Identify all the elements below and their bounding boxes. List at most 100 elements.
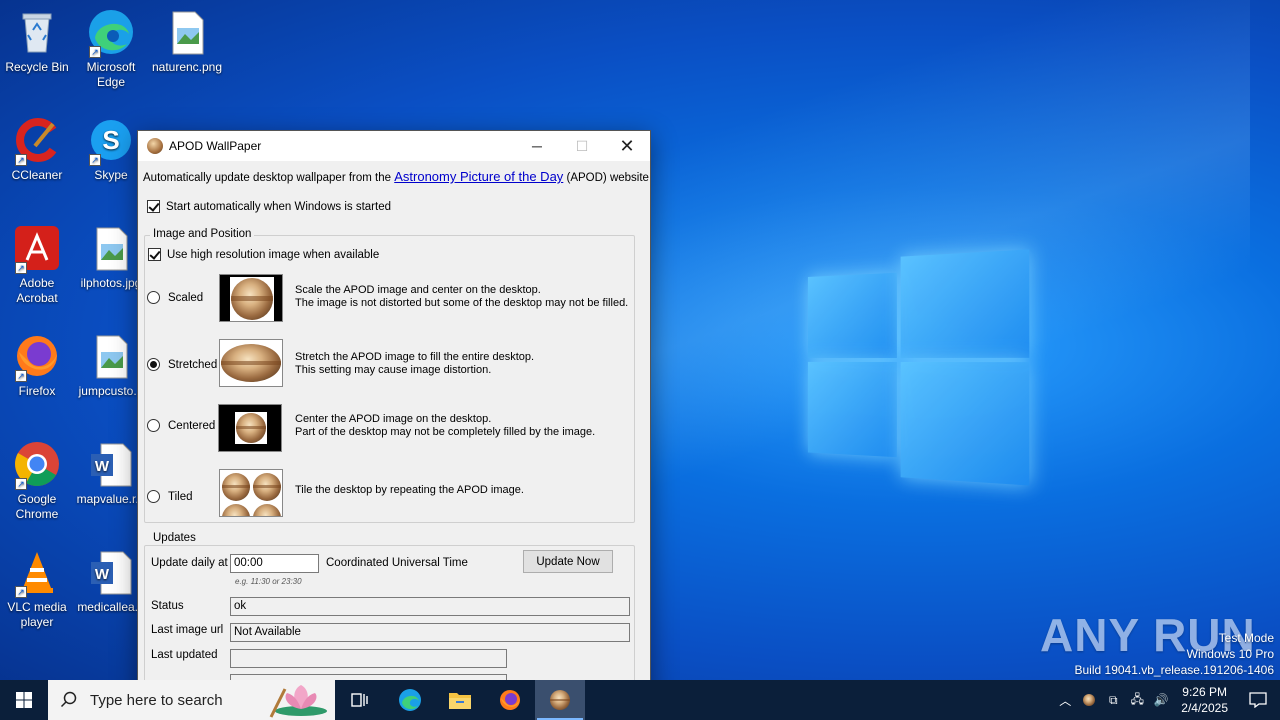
checkbox-checked-icon xyxy=(147,200,160,213)
centered-preview-image xyxy=(218,404,282,452)
notifications-icon[interactable] xyxy=(1236,680,1280,720)
stretched-preview-image xyxy=(219,339,283,387)
stretched-desc-line2: This setting may cause image distortion. xyxy=(295,364,492,376)
centered-desc-line1: Center the APOD image on the desktop. xyxy=(295,413,492,425)
desktop-icon-label: Recycle Bin xyxy=(5,60,69,74)
update-now-button[interactable]: Update Now xyxy=(523,550,613,573)
chrome-icon: ↗ xyxy=(13,440,61,490)
task-view-button[interactable] xyxy=(335,680,385,720)
radio-dot xyxy=(147,291,160,304)
chevron-up-icon[interactable]: ︿ xyxy=(1053,680,1077,720)
radio-dot-selected xyxy=(147,358,160,371)
edge-icon: ↗ xyxy=(87,8,135,58)
svg-text:S: S xyxy=(102,125,119,155)
apod-link[interactable]: Astronomy Picture of the Day xyxy=(394,169,563,184)
apod-wallpaper-window: APOD WallPaper ─ ☐ ✕ Automatically updat… xyxy=(137,130,651,705)
high-res-checkbox[interactable]: Use high resolution image when available xyxy=(148,248,379,261)
apod-app-icon xyxy=(550,690,570,710)
desktop-icon-label: VLC media player xyxy=(7,600,67,629)
clock-time: 9:26 PM xyxy=(1182,685,1227,699)
windows-logo-wallpaper xyxy=(807,235,1030,486)
taskbar-firefox[interactable] xyxy=(485,680,535,720)
taskbar-file-explorer[interactable] xyxy=(435,680,485,720)
taskbar-edge[interactable] xyxy=(385,680,435,720)
description-suffix: (APOD) website. xyxy=(566,172,651,184)
update-daily-label: Update daily at xyxy=(151,557,228,569)
search-placeholder: Type here to search xyxy=(90,691,223,709)
scaled-preview-image xyxy=(219,274,283,322)
desktop-icon-firefox[interactable]: ↗ Firefox xyxy=(0,332,75,399)
radio-tiled[interactable]: Tiled xyxy=(147,490,193,503)
last-image-url-field: Not Available xyxy=(230,623,630,642)
start-auto-checkbox[interactable]: Start automatically when Windows is star… xyxy=(147,200,391,213)
radio-scaled[interactable]: Scaled xyxy=(147,291,203,304)
radio-scaled-label: Scaled xyxy=(168,291,204,304)
radio-centered[interactable]: Centered xyxy=(147,419,215,432)
updates-group-label: Updates xyxy=(150,532,199,544)
desktop-icon-recycle-bin[interactable]: Recycle Bin xyxy=(0,8,75,75)
volume-icon[interactable]: 🔊 xyxy=(1149,680,1173,720)
recycle-bin-icon xyxy=(13,8,61,56)
image-position-group xyxy=(144,235,635,523)
clock-date: 2/4/2025 xyxy=(1181,701,1228,715)
desktop-icon-chrome[interactable]: ↗ Google Chrome xyxy=(0,440,75,522)
centered-desc-line2: Part of the desktop may not be completel… xyxy=(295,426,596,438)
radio-dot xyxy=(147,490,160,503)
start-button[interactable] xyxy=(0,680,48,720)
word-document-icon: W xyxy=(87,440,135,488)
windows-start-icon xyxy=(16,692,32,708)
apod-tray-icon[interactable] xyxy=(1077,680,1101,720)
taskbar: Type here to search ︿ ⧉ 🖧 🔊 9:26 PM 2/4/… xyxy=(0,680,1280,720)
radio-stretched-label: Stretched xyxy=(168,358,218,371)
tiled-description: Tile the desktop by repeating the APOD i… xyxy=(295,484,524,497)
close-button[interactable]: ✕ xyxy=(604,131,650,161)
desktop-icon-naturenc[interactable]: naturenc.png xyxy=(149,8,225,75)
status-field: ok xyxy=(230,597,630,616)
notification-bubble-icon xyxy=(1249,692,1267,708)
radio-centered-label: Centered xyxy=(168,419,216,432)
minimize-button[interactable]: ─ xyxy=(514,131,560,161)
image-position-group-label: Image and Position xyxy=(150,228,255,240)
desktop-icon-edge[interactable]: ↗ Microsoft Edge xyxy=(73,8,149,90)
search-icon xyxy=(60,691,77,708)
clock[interactable]: 9:26 PM 2/4/2025 xyxy=(1173,684,1236,716)
maximize-button: ☐ xyxy=(575,137,589,154)
timezone-label: Coordinated Universal Time xyxy=(326,557,468,569)
build-text: Build 19041.vb_release.191206-1406 xyxy=(1074,663,1275,677)
system-tray: ︿ ⧉ 🖧 🔊 9:26 PM 2/4/2025 xyxy=(1053,680,1280,720)
radio-dot xyxy=(147,419,160,432)
taskbar-search-box[interactable]: Type here to search xyxy=(48,680,335,720)
word-document-icon: W xyxy=(87,548,135,596)
scaled-description: Scale the APOD image and center on the d… xyxy=(295,284,628,310)
desktop-icon-label: Microsoft Edge xyxy=(86,60,136,89)
scaled-desc-line1: Scale the APOD image and center on the d… xyxy=(295,284,541,296)
apod-app-icon xyxy=(147,138,163,154)
tray-app-icon[interactable]: ⧉ xyxy=(1101,680,1125,720)
network-icon[interactable]: 🖧 xyxy=(1125,680,1149,720)
firefox-icon xyxy=(500,690,520,710)
desktop-icon-vlc[interactable]: ↗ VLC media player xyxy=(0,548,75,630)
tiled-preview-image xyxy=(219,469,283,517)
desktop-icon-label: Google Chrome xyxy=(15,492,59,521)
radio-stretched[interactable]: Stretched xyxy=(147,358,217,371)
tiled-desc-line1: Tile the desktop by repeating the APOD i… xyxy=(295,484,524,496)
edition-text: Windows 10 Pro xyxy=(1186,647,1274,661)
high-res-label: Use high resolution image when available xyxy=(167,248,380,261)
start-auto-label: Start automatically when Windows is star… xyxy=(166,200,391,213)
checkbox-checked-icon xyxy=(148,248,161,261)
desktop-icon-acrobat[interactable]: ↗ Adobe Acrobat xyxy=(0,224,75,306)
folder-icon xyxy=(449,693,471,709)
last-updated-label: Last updated xyxy=(151,649,218,661)
desktop-icon-label: naturenc.png xyxy=(151,60,223,74)
taskbar-apod-wallpaper[interactable] xyxy=(535,680,585,720)
windows-test-mode-info: Test Mode Windows 10 Pro Build 19041.vb_… xyxy=(1075,630,1275,678)
image-file-icon xyxy=(87,332,135,380)
last-image-url-label: Last image url xyxy=(151,624,224,636)
task-view-icon xyxy=(351,693,368,707)
scaled-desc-line2: The image is not distorted but some of t… xyxy=(295,297,629,309)
window-titlebar[interactable]: APOD WallPaper ─ ☐ ✕ xyxy=(138,131,650,161)
desktop-icon-ccleaner[interactable]: ↗ CCleaner xyxy=(0,116,75,183)
update-time-input[interactable]: 00:00 xyxy=(230,554,319,573)
desktop-icon-label: CCleaner xyxy=(11,168,63,182)
desktop-icon-label: Firefox xyxy=(18,384,56,398)
